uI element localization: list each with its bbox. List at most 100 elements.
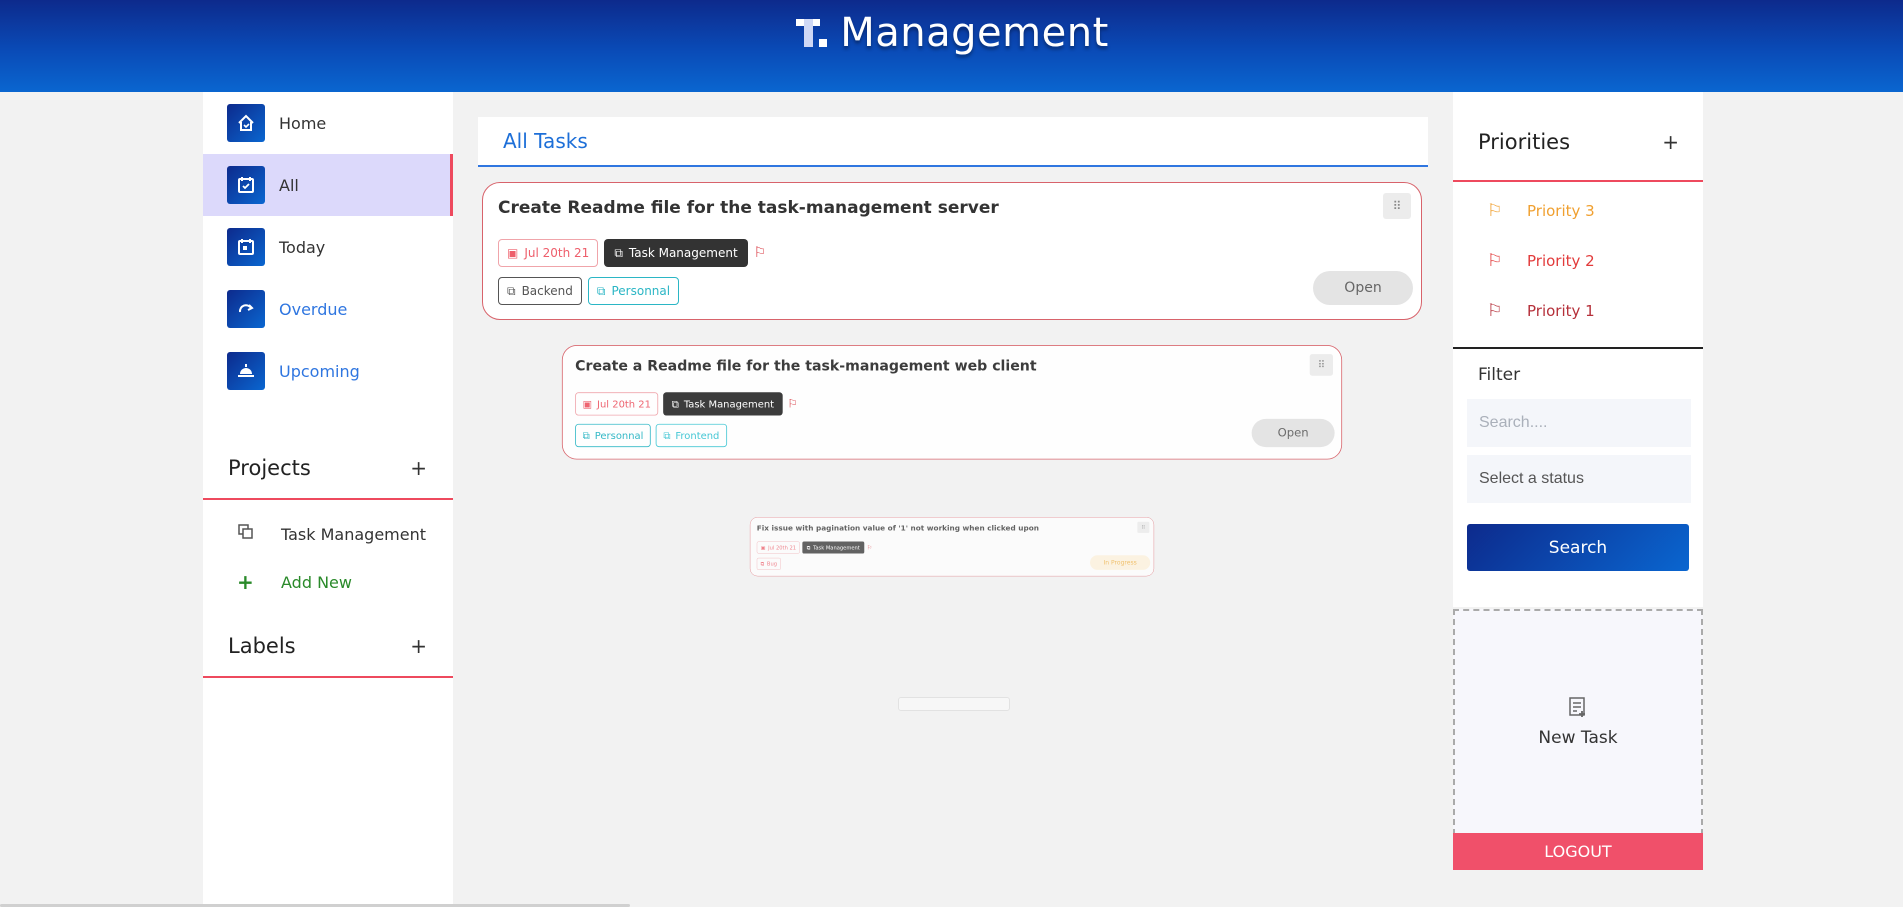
priority-item-3[interactable]: ⚐ Priority 3 [1453, 186, 1703, 236]
priorities-title: Priorities [1478, 130, 1571, 154]
due-date: Jul 20th 21 [524, 246, 590, 260]
label-name: Backend [521, 284, 573, 298]
calendar-day-icon [227, 228, 265, 266]
task-card[interactable]: Create a Readme file for the task-manage… [561, 345, 1343, 460]
task-meta: ▣ Jul 20th 21 ⧉ Task Management ⚐ [498, 239, 766, 267]
flag-icon: ⚐ [1487, 201, 1503, 221]
due-date-chip: ▣ Jul 20th 21 [575, 392, 659, 416]
due-date-chip: ▣ Jul 20th 21 [498, 239, 599, 267]
tag-icon: ⧉ [760, 560, 765, 567]
new-task-button[interactable]: New Task [1453, 609, 1703, 835]
nav-item-today[interactable]: Today [203, 216, 453, 278]
copy-icon [237, 523, 257, 545]
due-date-chip: ▣ Jul 20th 21 [756, 541, 800, 554]
priorities-header: Priorities + [1453, 92, 1703, 182]
right-panel: Priorities + ⚐ Priority 3 ⚐ Priority 2 ⚐… [1453, 92, 1703, 907]
app-title: Management [840, 10, 1109, 56]
task-labels: ⧉ Backend ⧉ Personnal [498, 277, 680, 305]
drag-handle-icon[interactable]: ⠿ [1309, 354, 1333, 376]
nav-item-overdue[interactable]: Overdue [203, 278, 453, 340]
task-card[interactable]: Fix issue with pagination value of '1' n… [749, 517, 1155, 577]
search-input[interactable] [1467, 399, 1691, 447]
calendar-icon: ▣ [760, 544, 766, 551]
copy-icon: ⧉ [671, 397, 679, 410]
status-button[interactable]: In Progress [1090, 555, 1151, 570]
priority-label: Priority 2 [1527, 252, 1595, 270]
tag-icon: ⧉ [507, 283, 516, 298]
card-placeholder [898, 697, 1010, 711]
priority-item-2[interactable]: ⚐ Priority 2 [1453, 236, 1703, 286]
logo-icon [796, 19, 828, 47]
nav-label: Overdue [279, 299, 348, 319]
label-name: Bug [766, 560, 778, 567]
search-button[interactable]: Search [1467, 524, 1689, 571]
labels-title: Labels [228, 634, 296, 658]
priority-flag-icon: ⚐ [753, 245, 767, 261]
label-chip[interactable]: ⧉ Bug [756, 557, 781, 570]
tag-icon: ⧉ [582, 429, 590, 441]
add-project-button[interactable]: + [410, 458, 427, 478]
project-item-task-management[interactable]: Task Management [203, 510, 453, 558]
left-sidebar: Home All Today Overdue Upcoming Projects… [203, 92, 453, 907]
project-chip[interactable]: ⧉ Task Management [663, 392, 783, 416]
label-chip[interactable]: ⧉ Backend [498, 277, 582, 305]
drag-handle-icon[interactable]: ⠿ [1137, 521, 1150, 533]
task-meta: ▣ Jul 20th 21 ⧉ Task Management ⚐ [756, 541, 873, 554]
priority-flag-icon: ⚐ [787, 397, 798, 411]
add-new-label: Add New [281, 572, 352, 592]
filter-panel: Filter Select a status Search [1453, 347, 1703, 607]
projects-title: Projects [228, 456, 311, 480]
task-title: Create a Readme file for the task-manage… [575, 358, 1037, 375]
sunrise-icon [227, 352, 265, 390]
plus-icon: + [237, 570, 254, 594]
logout-button[interactable]: LOGOUT [1453, 833, 1703, 870]
priority-label: Priority 1 [1527, 302, 1595, 320]
note-add-icon [1569, 697, 1585, 717]
tab-all-tasks[interactable]: All Tasks [503, 129, 588, 153]
calendar-icon: ▣ [582, 398, 593, 410]
add-priority-button[interactable]: + [1662, 132, 1679, 152]
nav-item-upcoming[interactable]: Upcoming [203, 340, 453, 402]
project-chip[interactable]: ⧉ Task Management [604, 239, 748, 267]
due-date: Jul 20th 21 [597, 398, 651, 410]
label-chip[interactable]: ⧉ Personnal [587, 277, 680, 305]
label-chip[interactable]: ⧉ Frontend [655, 423, 727, 448]
priority-item-1[interactable]: ⚐ Priority 1 [1453, 286, 1703, 336]
project-name: Task Management [813, 544, 860, 551]
due-date: Jul 20th 21 [768, 544, 797, 551]
nav-label: Upcoming [279, 361, 360, 381]
main-content: All Tasks Create Readme file for the tas… [453, 92, 1452, 907]
new-task-label: New Task [1538, 728, 1618, 748]
priorities-panel: Priorities + ⚐ Priority 3 ⚐ Priority 2 ⚐… [1453, 92, 1703, 347]
task-meta: ▣ Jul 20th 21 ⧉ Task Management ⚐ [575, 392, 798, 416]
status-button[interactable]: Open [1313, 271, 1413, 305]
task-card[interactable]: Create Readme file for the task-manageme… [482, 182, 1422, 320]
tag-icon: ⧉ [663, 429, 671, 441]
label-chip[interactable]: ⧉ Personnal [575, 423, 651, 448]
redo-icon [227, 290, 265, 328]
labels-header: Labels + [203, 616, 453, 678]
filter-title: Filter [1478, 365, 1521, 385]
priority-flag-icon: ⚐ [866, 544, 873, 551]
task-title: Create Readme file for the task-manageme… [498, 198, 999, 218]
label-name: Personnal [611, 284, 671, 298]
nav-item-all[interactable]: All [203, 154, 453, 216]
priority-label: Priority 3 [1527, 202, 1595, 220]
status-button[interactable]: Open [1251, 418, 1335, 448]
brand: Management [794, 10, 1109, 56]
task-title: Fix issue with pagination value of '1' n… [756, 523, 1039, 533]
flag-icon: ⚐ [1487, 251, 1503, 271]
nav-label: Home [279, 113, 327, 133]
status-select[interactable]: Select a status [1467, 455, 1691, 503]
nav-item-home[interactable]: Home [203, 92, 453, 154]
label-name: Personnal [594, 429, 644, 442]
add-label-button[interactable]: + [410, 636, 427, 656]
project-chip[interactable]: ⧉ Task Management [802, 541, 865, 554]
project-label: Task Management [281, 524, 427, 544]
project-name: Task Management [628, 246, 738, 260]
calendar-check-icon [227, 166, 265, 204]
tab-bar: All Tasks [478, 117, 1428, 167]
nav-label: All [279, 175, 299, 195]
add-new-project-button[interactable]: + Add New [203, 558, 453, 606]
drag-handle-icon[interactable]: ⠿ [1383, 193, 1411, 219]
